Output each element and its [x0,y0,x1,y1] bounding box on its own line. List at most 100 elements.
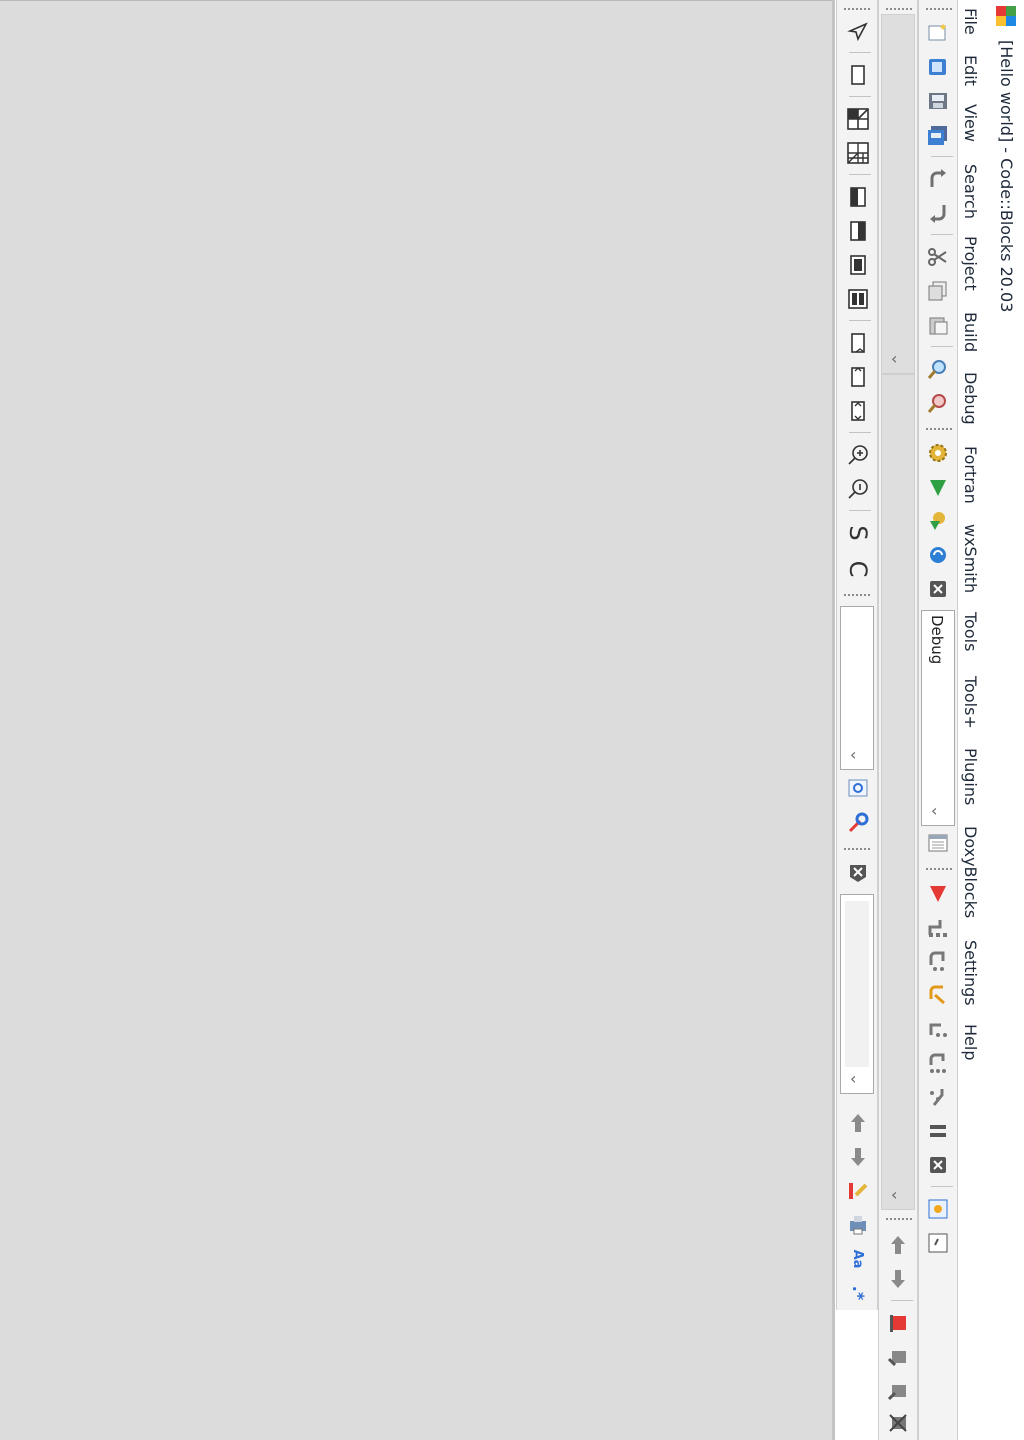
open-icon[interactable] [925,54,951,80]
zoom-in-icon[interactable] [845,442,871,468]
menu-debug[interactable]: Debug [961,372,980,425]
build-run-icon[interactable] [925,508,951,534]
new-file-icon[interactable] [925,20,951,46]
redo-icon[interactable] [925,166,951,192]
menu-tools-plus[interactable]: Tools+ [961,676,980,729]
grid-icon[interactable] [845,140,871,166]
pause-icon[interactable] [925,1118,951,1144]
pointer-icon[interactable] [845,18,871,44]
bookmark-prev-icon[interactable] [885,1344,911,1370]
toolbar-grip[interactable] [886,1218,912,1220]
toolbar-grip[interactable] [844,594,870,596]
toolbar-separator [849,320,871,321]
bookmark-clear-icon[interactable] [885,1410,911,1436]
step-instruction-icon[interactable] [925,1084,951,1110]
function-select[interactable]: ‹ [881,374,915,1210]
settings-wrench-icon[interactable] [845,810,871,836]
toolbar-separator [849,510,871,511]
match-case-icon[interactable]: Aa [845,1246,871,1272]
split-view-icon[interactable] [845,106,871,132]
rectangle-icon[interactable] [845,62,871,88]
editor-workspace[interactable] [0,0,832,1440]
find-icon[interactable] [925,356,951,382]
menu-view[interactable]: View [961,104,980,142]
arrow-up-icon[interactable] [885,1232,911,1258]
menu-fortran[interactable]: Fortran [961,446,980,504]
toolbar-grip[interactable] [844,848,870,850]
build-target-value: Debug [928,615,946,665]
left-toolbar: S C ‹ ‹ Aa .* [836,0,878,1310]
replace-icon[interactable] [925,390,951,416]
layout-right-icon[interactable] [845,218,871,244]
windows-icon[interactable] [925,1230,951,1256]
bookmark-toggle-icon[interactable] [885,1310,911,1336]
step-over-icon[interactable] [925,948,951,974]
window-title: [Hello world] - Code::Blocks 20.03 [997,40,1016,313]
c-icon[interactable]: C [844,556,872,582]
next-instruction-icon[interactable] [925,1050,951,1076]
save-icon[interactable] [925,88,951,114]
close-icon[interactable] [845,860,871,886]
search-input[interactable]: ‹ [840,606,874,770]
toolbar-grip[interactable] [926,868,952,870]
bookmark-next-icon[interactable] [885,1378,911,1404]
highlight-icon[interactable] [845,1178,871,1204]
menu-project[interactable]: Project [961,236,980,291]
abort-icon[interactable] [925,576,951,602]
menu-doxyblocks[interactable]: DoxyBlocks [961,826,980,918]
layout-both-icon[interactable] [845,286,871,312]
menu-plugins[interactable]: Plugins [961,748,980,805]
save-all-icon[interactable] [925,122,951,148]
menu-search[interactable]: Search [961,164,980,219]
workspace-top-border [0,0,835,1]
debug-start-icon[interactable] [925,880,951,906]
zoom-out-icon[interactable] [845,476,871,502]
fit-icon[interactable] [845,364,871,390]
toolbar-grip[interactable] [844,8,870,10]
step-out-icon[interactable] [925,982,951,1008]
scope-select[interactable]: ‹ [881,14,915,374]
toolbar-grip[interactable] [926,428,952,430]
toolbar-separator [891,1300,913,1301]
step-into-icon[interactable] [925,914,951,940]
arrow-up-icon[interactable] [845,1110,871,1136]
menu-edit[interactable]: Edit [961,55,980,86]
codeblocks-logo-icon [994,4,1018,28]
page-icon[interactable] [845,330,871,356]
arrow-down-icon[interactable] [885,1266,911,1292]
run-icon[interactable] [925,474,951,500]
codecompletion-input[interactable]: ‹ [840,894,874,1094]
menu-tools[interactable]: Tools [961,612,980,651]
toolbar-separator [931,346,953,347]
build-gear-icon[interactable] [925,440,951,466]
build-target-select[interactable]: Debug ‹ [921,610,955,826]
fit-all-icon[interactable] [845,398,871,424]
regex-icon[interactable]: .* [845,1280,871,1306]
info-icon[interactable] [925,1196,951,1222]
toolbar-grip[interactable] [926,8,952,10]
paste-icon[interactable] [925,312,951,338]
menu-build[interactable]: Build [961,312,980,352]
print-icon[interactable] [845,1212,871,1238]
s-icon[interactable]: S [844,520,872,546]
next-line-icon[interactable] [925,1016,951,1042]
cut-icon[interactable] [925,244,951,270]
toolbar-grip[interactable] [886,8,912,10]
arrow-down-icon[interactable] [845,1144,871,1170]
find-icon[interactable] [845,776,871,802]
chevron-down-icon: ‹ [850,1069,857,1088]
secondary-toolbar: ‹ ‹ [878,0,918,1440]
menu-file[interactable]: File [961,8,980,35]
layout-left-icon[interactable] [845,184,871,210]
chevron-down-icon: ‹ [931,801,938,820]
undo-icon[interactable] [925,200,951,226]
rebuild-icon[interactable] [925,542,951,568]
stop-icon[interactable] [925,1152,951,1178]
copy-icon[interactable] [925,278,951,304]
menu-settings[interactable]: Settings [961,940,980,1006]
menu-wxsmith[interactable]: wxSmith [961,524,980,593]
debug-window-icon[interactable] [925,830,951,856]
layout-top-icon[interactable] [845,252,871,278]
toolbar-separator [931,1186,953,1187]
menu-help[interactable]: Help [961,1024,980,1060]
